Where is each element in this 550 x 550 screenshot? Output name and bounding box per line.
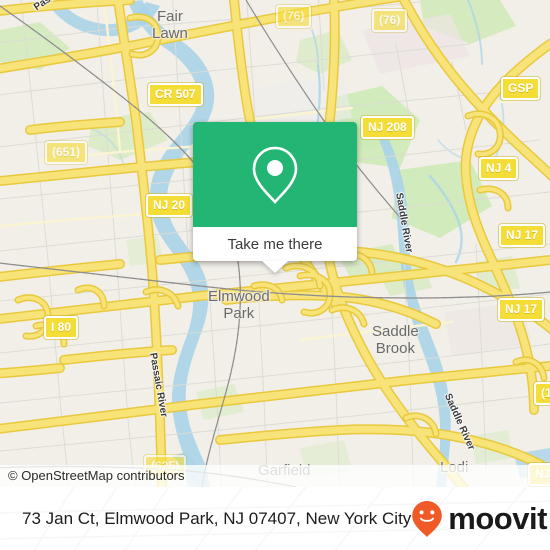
road-shield-nj-17-b[interactable]: NJ 17 <box>498 298 545 321</box>
destination-popup[interactable]: Take me there <box>193 122 357 273</box>
moovit-wordmark: moovit <box>448 501 547 536</box>
map-attribution: © OpenStreetMap contributors <box>0 465 550 487</box>
take-me-there-label: Take me there <box>227 235 323 253</box>
address-label: 73 Jan Ct, Elmwood Park, NJ 07407, New Y… <box>22 508 412 528</box>
road-shield-76-b[interactable]: (76) <box>372 9 408 32</box>
road-shield-76-a[interactable]: (76) <box>276 5 312 28</box>
road-shield-nj-4[interactable]: NJ 4 <box>479 157 519 180</box>
road-shield-651[interactable]: (651) <box>45 141 88 164</box>
road-shield-cr-507[interactable]: CR 507 <box>148 83 203 106</box>
popup-pointer-tail <box>262 261 288 273</box>
road-shield-nj-20[interactable]: NJ 20 <box>146 194 193 217</box>
road-shield-i-80[interactable]: I 80 <box>44 316 79 339</box>
popup-header <box>193 122 357 227</box>
road-shield-nj-208[interactable]: NJ 208 <box>361 116 414 139</box>
location-pin-icon <box>252 146 298 204</box>
road-shield-gsp[interactable]: GSP <box>501 77 541 100</box>
bottom-bar: 73 Jan Ct, Elmwood Park, NJ 07407, New Y… <box>0 487 550 550</box>
map-screenshot: .park{fill:#cdeab4;} .resid{fill:#ececec… <box>0 0 550 550</box>
moovit-logo[interactable]: moovit <box>411 500 547 538</box>
road-shield-17-partial[interactable]: (1 <box>534 382 550 405</box>
take-me-there-button[interactable]: Take me there <box>193 227 357 261</box>
moovit-smiley-pin-icon <box>412 500 443 537</box>
road-shield-nj-17-a[interactable]: NJ 17 <box>499 224 546 247</box>
